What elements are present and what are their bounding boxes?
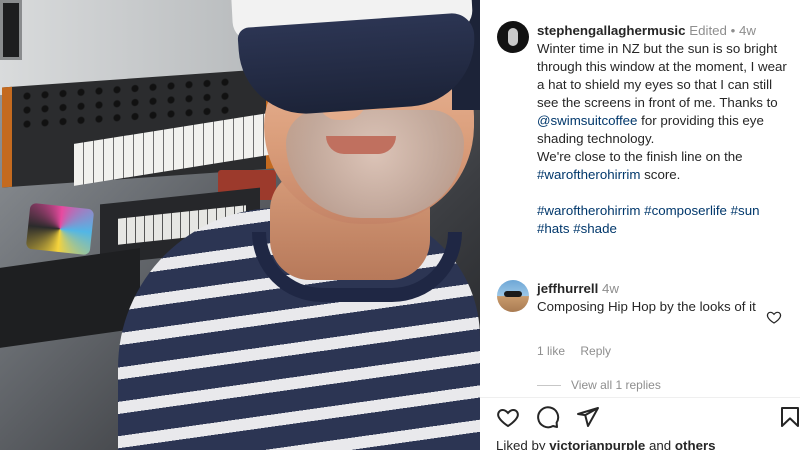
liked-by-line: Liked by victorianpurple and others bbox=[496, 438, 716, 450]
caption-body: Winter time in NZ but the sun is so brig… bbox=[537, 40, 787, 184]
post-caption: stephengallaghermusic Edited • 4w Winter… bbox=[537, 22, 787, 238]
hashtag-link[interactable]: #waroftherohirrim bbox=[537, 167, 640, 182]
commenter-avatar[interactable] bbox=[497, 280, 529, 312]
hashtag-link[interactable]: #sun bbox=[731, 203, 760, 218]
reply-button[interactable]: Reply bbox=[580, 344, 611, 358]
liked-by-others[interactable]: others bbox=[675, 438, 716, 450]
hashtag-link[interactable]: #waroftherohirrim bbox=[537, 203, 640, 218]
caption-text: We're close to the finish line on the bbox=[537, 149, 743, 164]
post-age[interactable]: 4w bbox=[739, 23, 756, 38]
hashtag-link[interactable]: #shade bbox=[573, 221, 617, 236]
comment-age: 4w bbox=[602, 281, 620, 296]
caption-paragraph: We're close to the finish line on the #w… bbox=[537, 148, 787, 184]
comment-like-heart-icon[interactable] bbox=[766, 309, 782, 325]
action-bar bbox=[496, 405, 800, 431]
picture-frame bbox=[0, 0, 22, 60]
comment-icon[interactable] bbox=[536, 405, 560, 429]
author-username[interactable]: stephengallaghermusic bbox=[537, 23, 686, 38]
meta-separator: • bbox=[730, 23, 736, 38]
comment-likes[interactable]: 1 like bbox=[537, 344, 565, 358]
share-icon[interactable] bbox=[576, 405, 600, 429]
commenter-username[interactable]: jeffhurrell bbox=[537, 281, 598, 296]
liked-by-user[interactable]: victorianpurple bbox=[549, 438, 645, 450]
caption-text: score. bbox=[640, 167, 681, 182]
view-replies-link[interactable]: View all 1 replies bbox=[537, 378, 661, 392]
post-photo[interactable] bbox=[0, 0, 480, 450]
hashtag-link[interactable]: #composerlife bbox=[644, 203, 727, 218]
liked-by-prefix: Liked by bbox=[496, 438, 546, 450]
post-side-panel: stephengallaghermusic Edited • 4w Winter… bbox=[480, 0, 800, 450]
liked-by-connector: and bbox=[649, 438, 672, 450]
hashtag-list: #waroftherohirrim #composerlife #sun #ha… bbox=[537, 203, 760, 236]
hashtag-link[interactable]: #hats bbox=[537, 221, 570, 236]
divider bbox=[480, 397, 800, 398]
caption-text: Winter time in NZ but the sun is so brig… bbox=[537, 41, 787, 110]
author-avatar[interactable] bbox=[497, 21, 529, 53]
sticker-box bbox=[25, 202, 95, 256]
comment-meta: 1 like Reply bbox=[537, 344, 623, 358]
comment: jeffhurrell 4w Composing Hip Hop by the … bbox=[537, 280, 757, 316]
edited-label: Edited bbox=[689, 23, 727, 38]
comment-text: Composing Hip Hop by the looks of it bbox=[537, 299, 756, 314]
drum-machine bbox=[0, 248, 140, 348]
heart-icon[interactable] bbox=[496, 405, 520, 429]
mouth bbox=[326, 136, 396, 154]
mention-link[interactable]: @swimsuitcoffee bbox=[537, 113, 637, 128]
bookmark-icon[interactable] bbox=[778, 405, 800, 429]
view-replies-label: View all 1 replies bbox=[571, 378, 661, 392]
caption-paragraph: Winter time in NZ but the sun is so brig… bbox=[537, 40, 787, 148]
